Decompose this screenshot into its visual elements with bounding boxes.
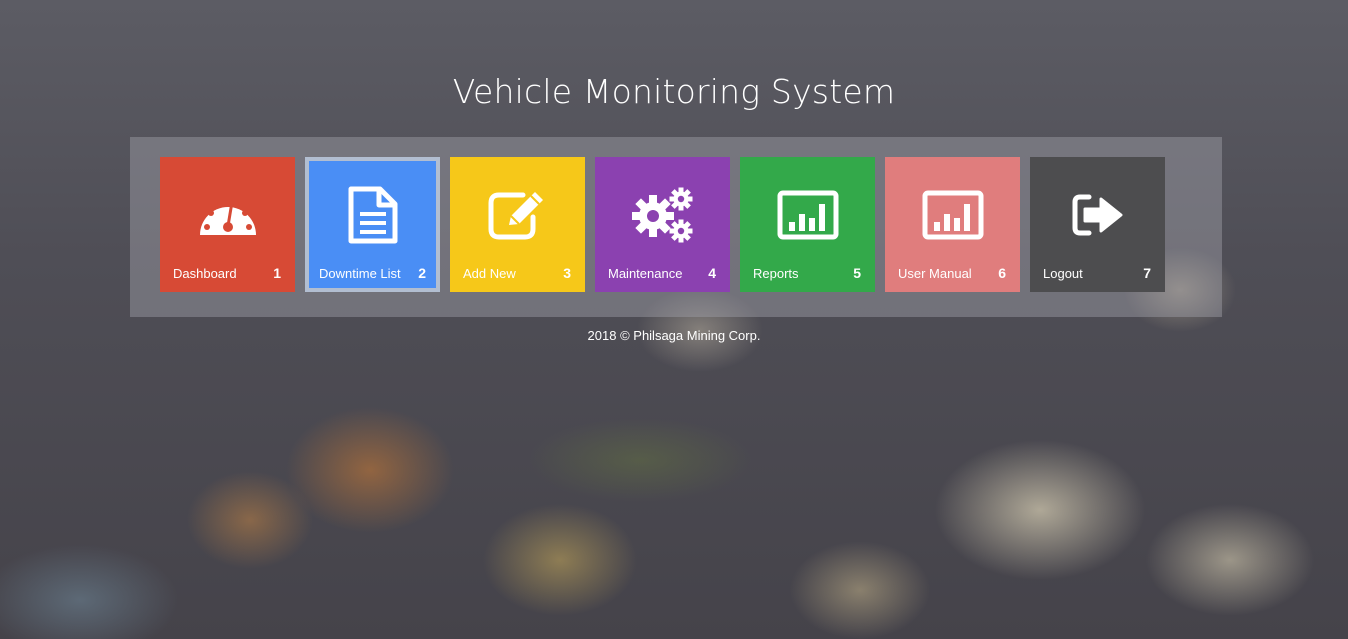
tile-dashboard[interactable]: Dashboard 1 [160,157,295,292]
tachometer-icon [160,185,295,245]
footer-copyright: 2018 © Philsaga Mining Corp. [587,328,761,343]
tile-label: Add New [463,266,516,281]
tile-number: 2 [418,265,426,281]
tile-label: User Manual [898,266,972,281]
tile-downtime-list[interactable]: Downtime List 2 [305,157,440,292]
bar-chart-icon [740,185,875,245]
tile-reports[interactable]: Reports 5 [740,157,875,292]
bar-chart-icon [885,185,1020,245]
tile-number: 1 [273,265,281,281]
tile-maintenance[interactable]: Maintenance 4 [595,157,730,292]
gears-icon [595,185,730,245]
tile-label: Downtime List [319,266,401,281]
tile-add-new[interactable]: Add New 3 [450,157,585,292]
tile-label: Reports [753,266,799,281]
tile-user-manual[interactable]: User Manual 6 [885,157,1020,292]
tile-label: Maintenance [608,266,683,281]
sign-out-icon [1030,185,1165,245]
edit-icon [450,185,585,245]
page: Vehicle Monitoring System Dashboard 1 Do… [0,0,1348,639]
tile-number: 7 [1143,265,1151,281]
tile-label: Dashboard [173,266,237,281]
tile-number: 6 [998,265,1006,281]
tile-number: 4 [708,265,716,281]
document-icon [309,185,436,245]
tile-number: 3 [563,265,571,281]
tile-number: 5 [853,265,861,281]
tile-logout[interactable]: Logout 7 [1030,157,1165,292]
tile-label: Logout [1043,266,1083,281]
page-title: Vehicle Monitoring System [452,72,896,111]
